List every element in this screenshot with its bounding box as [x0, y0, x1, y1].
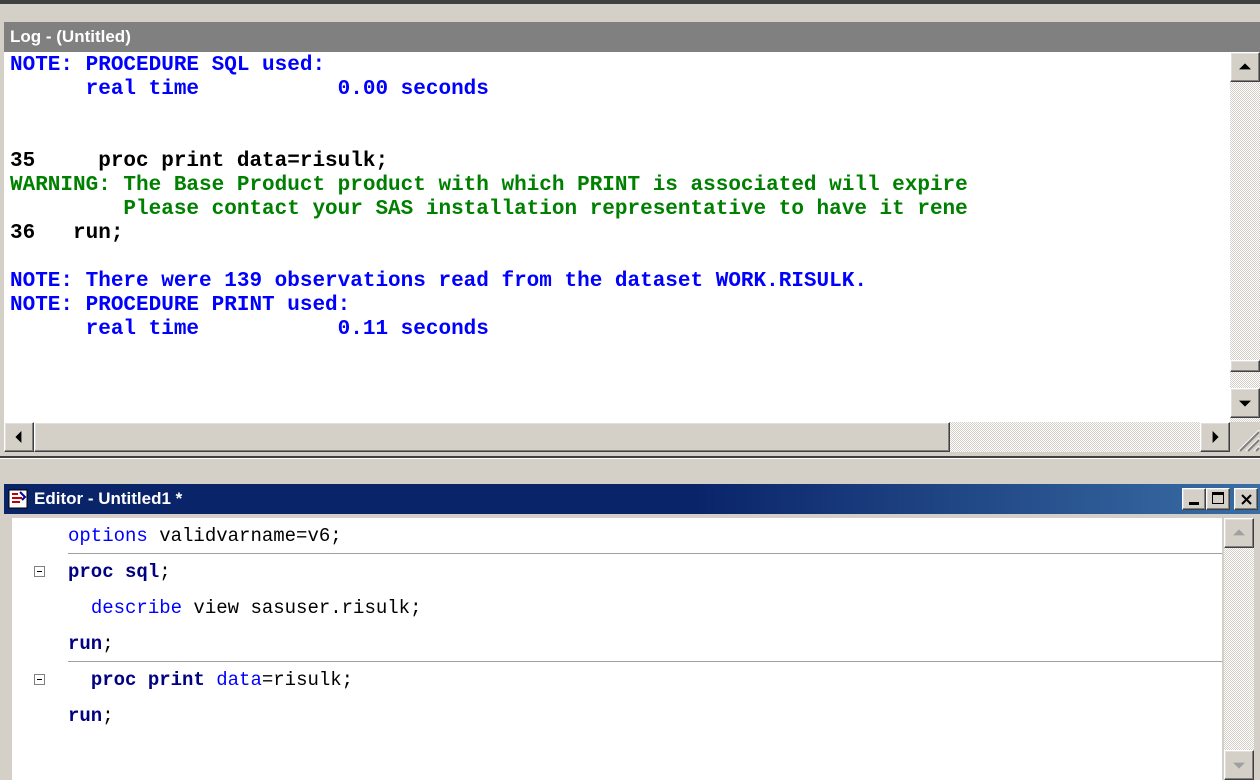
- editor-scroll-down-button[interactable]: [1224, 750, 1254, 780]
- collapse-icon[interactable]: [34, 566, 45, 577]
- code-editor[interactable]: options validvarname=v6; proc sql; descri…: [12, 518, 1222, 780]
- horizontal-scroll-thumb[interactable]: [34, 422, 950, 452]
- code-line[interactable]: describe view sasuser.risulk;: [12, 590, 1222, 626]
- code-token: ;: [159, 561, 171, 583]
- log-window: Log - (Untitled) NOTE: PROCEDURE SQL use…: [0, 0, 1260, 452]
- log-line: NOTE: PROCEDURE SQL used:: [10, 54, 326, 77]
- editor-scroll-up-button[interactable]: [1224, 518, 1254, 548]
- collapse-icon[interactable]: [34, 674, 45, 685]
- code-token: proc sql: [68, 561, 160, 583]
- scroll-down-icon: [1233, 762, 1245, 769]
- log-line: Please contact your SAS installation rep…: [10, 198, 968, 221]
- log-vertical-scrollbar[interactable]: [1230, 52, 1260, 422]
- code-token: describe: [90, 597, 183, 619]
- code-line[interactable]: run;: [12, 698, 1222, 734]
- minimize-button[interactable]: [1182, 488, 1206, 510]
- code-line-text: describe view sasuser.risulk;: [68, 590, 422, 626]
- code-line[interactable]: proc print data=risulk;: [12, 662, 1222, 698]
- code-token: view sasuser.risulk;: [182, 597, 422, 619]
- code-token: validvarname=v6;: [147, 525, 342, 547]
- log-window-border: [0, 0, 1260, 4]
- scroll-down-icon: [1239, 400, 1251, 407]
- close-icon: [1241, 494, 1252, 505]
- log-line: NOTE: PROCEDURE PRINT used:: [10, 294, 351, 317]
- log-content[interactable]: NOTE: PROCEDURE SQL used: real time 0.00…: [4, 52, 1230, 422]
- scroll-down-button[interactable]: [1230, 388, 1260, 418]
- log-line: WARNING: The Base Product product with w…: [10, 174, 968, 197]
- editor-window: Editor - Untitled1 * options validvarnam…: [0, 478, 1260, 780]
- code-line[interactable]: run;: [12, 626, 1222, 662]
- scroll-up-icon: [1239, 63, 1251, 70]
- code-token: =risulk;: [261, 669, 354, 691]
- editor-titlebar[interactable]: Editor - Untitled1 *: [4, 484, 1260, 514]
- minimize-icon: [1189, 502, 1199, 505]
- maximize-button[interactable]: [1206, 488, 1230, 510]
- editor-title: Editor - Untitled1 *: [34, 489, 183, 508]
- window-splitter[interactable]: [0, 452, 1260, 478]
- scroll-up-button[interactable]: [1230, 52, 1260, 82]
- log-line: NOTE: There were 139 observations read f…: [10, 270, 867, 293]
- close-button[interactable]: [1234, 488, 1258, 510]
- size-grip-icon: [1237, 429, 1260, 452]
- editor-vertical-scrollbar[interactable]: [1224, 518, 1254, 780]
- sas-editor-icon: [8, 489, 28, 509]
- log-title: Log - (Untitled): [10, 27, 131, 46]
- log-line: real time 0.00 seconds: [10, 78, 489, 101]
- log-horizontal-scrollbar[interactable]: [4, 422, 1230, 452]
- code-line-text: proc sql;: [68, 554, 171, 590]
- code-line-text: proc print data=risulk;: [68, 662, 353, 698]
- scroll-left-button[interactable]: [4, 422, 34, 452]
- log-line: 36 run;: [10, 222, 124, 245]
- code-line-text: options validvarname=v6;: [68, 518, 342, 554]
- size-grip[interactable]: [1230, 422, 1260, 452]
- code-token: run: [68, 705, 103, 727]
- code-line[interactable]: options validvarname=v6;: [12, 518, 1222, 554]
- code-token: run: [68, 633, 103, 655]
- log-line: 35 proc print data=risulk;: [10, 150, 389, 173]
- scroll-right-icon: [1212, 431, 1219, 443]
- scroll-right-button[interactable]: [1200, 422, 1230, 452]
- code-token: ;: [102, 705, 114, 727]
- scroll-up-icon: [1233, 529, 1245, 536]
- code-token: options: [68, 525, 148, 547]
- log-titlebar[interactable]: Log - (Untitled): [4, 22, 1260, 52]
- code-line-text: run;: [68, 626, 114, 662]
- code-token: proc print: [90, 669, 205, 691]
- log-line: real time 0.11 seconds: [10, 318, 489, 341]
- scroll-left-icon: [15, 431, 22, 443]
- code-token: data: [204, 669, 262, 691]
- scroll-thumb[interactable]: [1230, 360, 1260, 372]
- code-line-text: run;: [68, 698, 114, 734]
- code-line[interactable]: proc sql;: [12, 554, 1222, 590]
- maximize-icon: [1212, 492, 1224, 504]
- code-token: ;: [102, 633, 114, 655]
